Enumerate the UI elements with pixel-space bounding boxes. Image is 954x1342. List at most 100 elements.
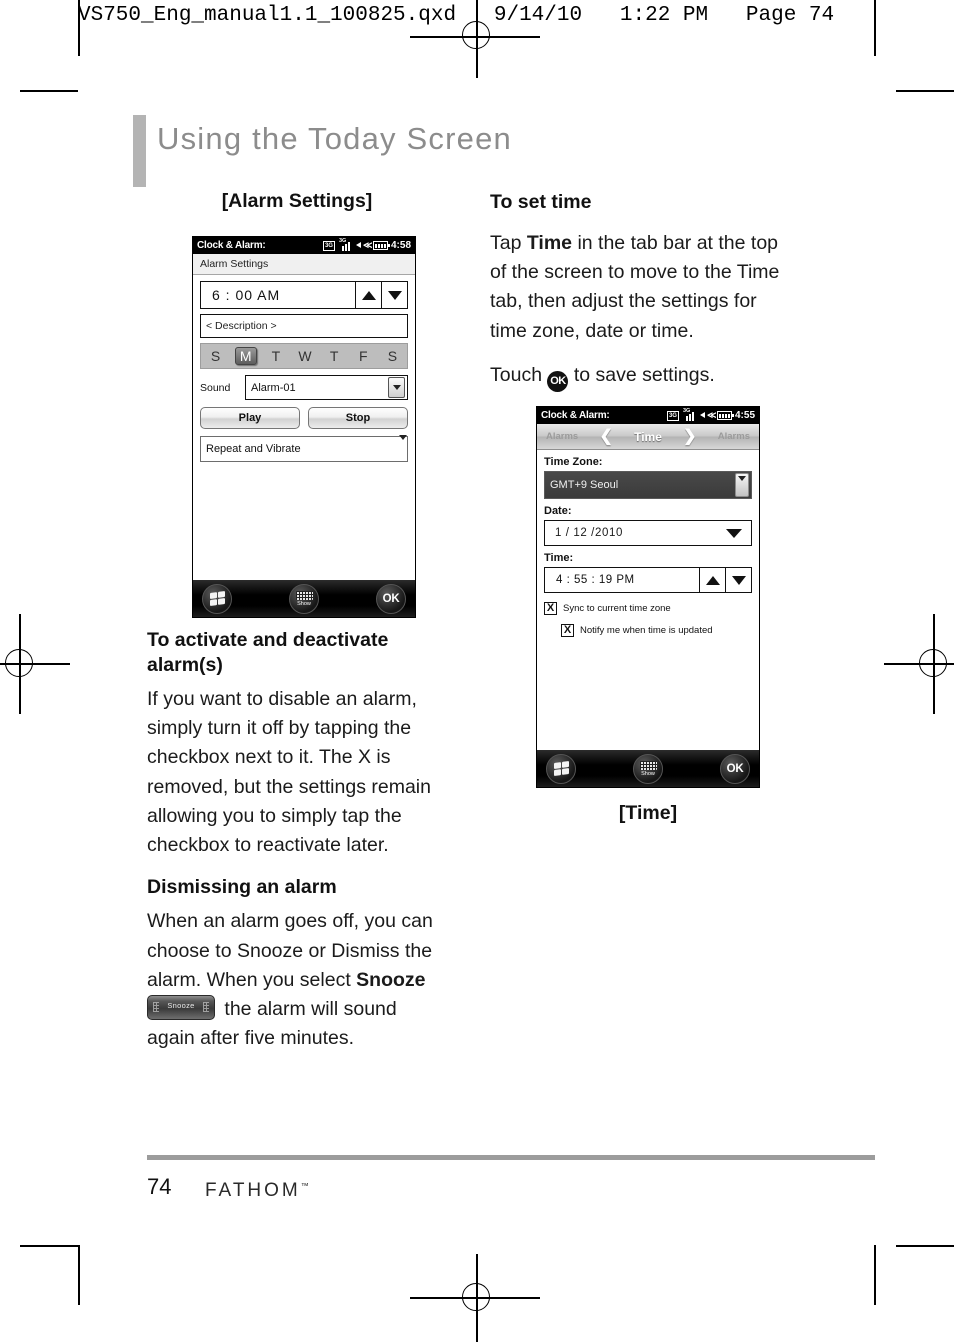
alarm-time-field[interactable]: 6 : 00 AM [200,281,356,309]
alarm-time-down-button[interactable] [382,281,408,309]
windows-start-button[interactable] [546,753,576,784]
ok-glyph-icon: OK [547,370,569,392]
ok-button[interactable]: OK [376,583,406,614]
alarm-bottom-bar: Show OK [193,580,415,617]
body-activate-deactivate: If you want to disable an alarm, simply … [147,687,431,857]
keyboard-icon: Show [294,589,314,609]
arrow-down-icon [731,575,746,585]
timezone-dropdown-arrow[interactable] [735,473,749,497]
alarm-repeat-value: Repeat and Vibrate [206,443,301,455]
alarm-time-up-button[interactable] [356,281,382,309]
sync-timezone-checkbox[interactable]: X [544,602,557,615]
notify-update-label: Notify me when time is updated [580,625,713,636]
arrow-down-icon [387,290,402,300]
chevron-down-icon[interactable] [726,528,742,538]
date-value: 1 / 12 /2010 [555,527,623,539]
alarm-screen-body: Alarm Settings 6 : 00 AM < Description >… [193,254,415,617]
alarm-sound-value: Alarm-01 [251,381,296,394]
left-column-text: To activate and deactivate alarm(s) If y… [147,628,447,1069]
time-field[interactable]: 4 : 55 : 19 PM [544,567,700,593]
day-button-tue[interactable]: T [266,348,286,364]
brand-logo: FATHOM™ [205,1180,309,1202]
signal-bars-icon: 3G [683,408,696,421]
alarm-description-field[interactable]: < Description > [200,314,408,338]
alarm-settings-tab[interactable]: Alarm Settings [193,254,415,275]
day-button-fri[interactable]: F [353,348,373,364]
tab-alarms-right[interactable]: Alarms [718,431,750,442]
day-button-mon[interactable]: M [234,347,257,365]
data-3g-icon: 3G [322,240,335,251]
timezone-label: Time Zone: [544,456,603,468]
alarm-repeat-dropdown-arrow[interactable] [399,435,407,458]
alarm-status-clock: 4:58 [390,240,411,251]
arrow-up-icon [361,290,376,300]
time-row: 4 : 55 : 19 PM [544,567,752,593]
alarm-settings-content: 6 : 00 AM < Description > S M T W T F S … [193,275,415,468]
title-accent-bar [133,115,146,187]
page-title: Using the Today Screen [157,121,512,156]
date-field[interactable]: 1 / 12 /2010 [544,520,752,546]
chevron-down-icon [392,385,401,390]
day-button-thu[interactable]: T [324,348,344,364]
keyboard-icon: Show [638,759,658,779]
windows-logo-icon [553,760,569,777]
print-header-text: VS750_Eng_manual1.1_100825.qxd 9/14/10 1… [78,4,835,27]
brand-name: FATHOM [205,1180,301,1201]
arrow-up-icon [705,575,720,585]
notify-update-row[interactable]: X Notify me when time is updated [561,624,752,637]
day-button-sat[interactable]: S [382,348,402,364]
windows-start-button[interactable] [202,583,232,614]
chevron-right-icon[interactable]: ❯ [683,428,696,445]
alarm-sound-row: Sound Alarm-01 [200,375,408,400]
alarm-repeat-dropdown[interactable]: Repeat and Vibrate [200,435,408,462]
stop-button[interactable]: Stop [308,407,408,429]
keyboard-show-label: Show [641,770,655,777]
alarm-title-bar: Clock & Alarm: 3G 3G ≪ 4:58 [193,237,415,254]
keyboard-show-button[interactable]: Show [633,753,663,784]
tab-time-current[interactable]: Time [634,430,662,444]
time-title-text: Clock & Alarm: [541,410,610,421]
brand-trademark: ™ [300,1181,309,1191]
battery-icon [716,411,734,420]
day-button-wed[interactable]: W [295,348,315,364]
crop-line-bottom-right [896,1245,954,1247]
time-down-button[interactable] [726,567,752,593]
heading-dismissing-alarm: Dismissing an alarm [147,876,337,899]
play-button[interactable]: Play [200,407,300,429]
ok-button[interactable]: OK [720,753,750,784]
alarm-sound-dropdown-arrow[interactable] [388,377,405,398]
left-column: [Alarm Settings] [147,190,447,225]
timezone-dropdown[interactable]: GMT+9 Seoul [544,471,752,499]
body-touch-part1: Touch [490,363,548,386]
notify-update-checkbox[interactable]: X [561,624,574,637]
keyboard-show-button[interactable]: Show [289,583,319,614]
day-button-sun[interactable]: S [206,348,226,364]
registration-mark-right [884,614,954,714]
tab-alarms-left[interactable]: Alarms [546,431,578,442]
date-label: Date: [544,505,572,517]
windows-logo-icon [209,590,225,607]
speaker-icon: ≪ [355,240,372,251]
time-status-clock: 4:55 [734,410,755,421]
footer-divider [147,1155,875,1160]
chevron-down-icon [399,435,407,457]
crop-line-left-vertical-bottom [78,1245,80,1305]
sync-timezone-row[interactable]: X Sync to current time zone [544,602,752,615]
sync-timezone-label: Sync to current time zone [563,603,671,614]
battery-icon [372,241,390,250]
crop-line-top-left [20,90,78,92]
crop-line-top-right [896,90,954,92]
data-3g-icon: 3G [666,410,679,421]
time-tab-bar: Alarms ❮ Time ❯ Alarms [537,424,759,450]
alarm-sound-dropdown[interactable]: Alarm-01 [245,375,408,400]
time-status-icons: 3G 3G ≪ [666,408,734,421]
time-up-button[interactable] [700,567,726,593]
chevron-left-icon[interactable]: ❮ [599,428,612,445]
page-number: 74 [147,1174,172,1199]
body-set-time-bold: Time [526,231,573,254]
body-set-time-part1: Tap [490,231,527,254]
alarm-sound-label: Sound [200,381,231,394]
right-column: To set time Tap Time in the tab bar at t… [490,190,790,407]
alarm-play-stop-row: Play Stop [200,407,408,429]
time-screen-body: Alarms ❮ Time ❯ Alarms Time Zone: GMT+9 … [537,424,759,787]
